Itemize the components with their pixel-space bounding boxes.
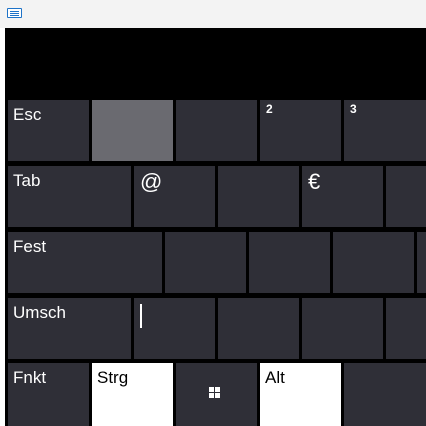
key-label: 3 (350, 102, 357, 116)
key-umsch[interactable]: Umsch (8, 298, 131, 359)
pipe-glyph (140, 304, 142, 328)
key-row4-5[interactable] (386, 298, 426, 359)
key-row5-5[interactable] (344, 363, 426, 426)
key-3[interactable]: 3 (344, 100, 426, 161)
key-label: Umsch (13, 303, 66, 322)
key-row2-5[interactable] (386, 166, 426, 227)
title-bar (0, 0, 426, 28)
key-row4-4[interactable] (302, 298, 383, 359)
windows-icon (209, 387, 221, 399)
key-row4-3[interactable] (218, 298, 299, 359)
key-label: 2 (266, 102, 273, 116)
key-2[interactable]: 2 (260, 100, 341, 161)
key-label: Esc (13, 105, 42, 124)
key-row3-5[interactable] (417, 232, 426, 293)
key-at[interactable]: @ (134, 166, 215, 227)
key-label: Alt (265, 368, 285, 387)
key-row2-3[interactable] (218, 166, 299, 227)
key-row3-2[interactable] (165, 232, 246, 293)
key-alt[interactable]: Alt (260, 363, 341, 426)
key-fest[interactable]: Fest (8, 232, 162, 293)
key-label: € (308, 169, 321, 194)
keyboard-icon (7, 8, 22, 18)
key-row3-3[interactable] (249, 232, 330, 293)
key-euro[interactable]: € (302, 166, 383, 227)
on-screen-keyboard: Esc 2 3 Tab @ € Fest Umsch Fnkt Strg Alt (5, 28, 426, 426)
key-strg[interactable]: Strg (92, 363, 173, 426)
key-label: Strg (97, 368, 129, 387)
key-esc[interactable]: Esc (8, 100, 89, 161)
key-label: Fest (13, 237, 47, 256)
key-label: @ (140, 169, 163, 194)
key-label: Fnkt (13, 368, 47, 387)
key-tab[interactable]: Tab (8, 166, 131, 227)
key-label: Tab (13, 171, 41, 190)
key-row1-3[interactable] (176, 100, 257, 161)
key-pressed[interactable] (92, 100, 173, 161)
key-row3-4[interactable] (333, 232, 414, 293)
key-windows[interactable] (176, 363, 257, 426)
key-pipe[interactable] (134, 298, 215, 359)
key-fnkt[interactable]: Fnkt (8, 363, 89, 426)
